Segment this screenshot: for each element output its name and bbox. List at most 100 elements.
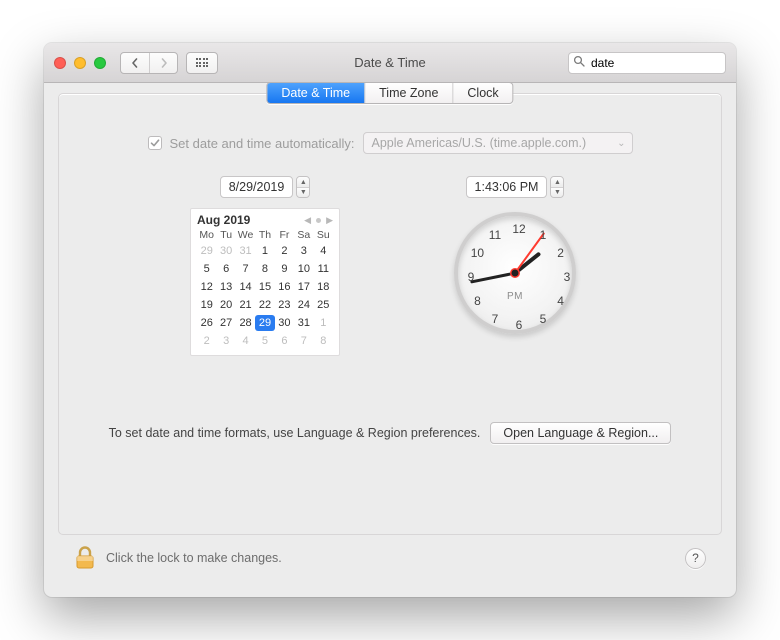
tab-time-zone[interactable]: Time Zone	[364, 83, 452, 103]
calendar-day[interactable]: 4	[236, 333, 255, 349]
stepper-up-icon: ▲	[297, 177, 309, 187]
zoom-window-button[interactable]	[94, 57, 106, 69]
calendar-day[interactable]: 21	[236, 297, 255, 313]
calendar-month-label: Aug 2019	[197, 213, 250, 227]
calendar-prev-button[interactable]: ◀	[304, 215, 311, 226]
calendar-header: Aug 2019 ◀ ▶	[197, 213, 333, 227]
calendar-weekday: Su	[314, 229, 333, 241]
calendar-day[interactable]: 23	[275, 297, 294, 313]
calendar-day[interactable]: 9	[275, 261, 294, 277]
calendar-day[interactable]: 29	[255, 315, 274, 331]
nav-back-forward	[120, 52, 178, 74]
calendar-day[interactable]: 6	[216, 261, 235, 277]
clock-numeral: 4	[552, 294, 570, 308]
calendar-day[interactable]: 11	[314, 261, 333, 277]
time-value: 1:43:06 PM	[466, 176, 548, 198]
calendar-day[interactable]: 7	[294, 333, 313, 349]
clock-numeral: 12	[510, 222, 528, 236]
auto-row: Set date and time automatically: Apple A…	[59, 132, 721, 154]
calendar-day[interactable]: 2	[275, 243, 294, 259]
calendar-next-button[interactable]: ▶	[326, 215, 333, 226]
grid-icon	[196, 58, 209, 67]
calendar-day[interactable]: 28	[236, 315, 255, 331]
calendar-weekday: Tu	[216, 229, 235, 241]
time-field[interactable]: 1:43:06 PM ▲ ▼	[466, 176, 565, 198]
calendar-day[interactable]: 16	[275, 279, 294, 295]
clock-numeral: 6	[510, 318, 528, 332]
forward-button[interactable]	[149, 53, 177, 73]
tab-clock[interactable]: Clock	[452, 83, 512, 103]
calendar: Aug 2019 ◀ ▶ MoTuWeThFrSaSu2930311234567…	[190, 208, 340, 356]
calendar-day[interactable]: 17	[294, 279, 313, 295]
calendar-day[interactable]: 14	[236, 279, 255, 295]
clock-numeral: 1	[534, 228, 552, 242]
chevron-down-icon: ⌄	[617, 138, 625, 149]
calendar-day[interactable]: 31	[294, 315, 313, 331]
close-window-button[interactable]	[54, 57, 66, 69]
calendar-day[interactable]: 2	[197, 333, 216, 349]
calendar-day[interactable]: 24	[294, 297, 313, 313]
calendar-day[interactable]: 27	[216, 315, 235, 331]
date-stepper[interactable]: ▲ ▼	[296, 176, 310, 198]
calendar-day[interactable]: 22	[255, 297, 274, 313]
calendar-day[interactable]: 18	[314, 279, 333, 295]
calendar-day[interactable]: 8	[255, 261, 274, 277]
minimize-window-button[interactable]	[74, 57, 86, 69]
calendar-day[interactable]: 4	[314, 243, 333, 259]
clock-numeral: 7	[486, 312, 504, 326]
calendar-day[interactable]: 8	[314, 333, 333, 349]
calendar-weekday: Mo	[197, 229, 216, 241]
calendar-day[interactable]: 5	[197, 261, 216, 277]
calendar-day[interactable]: 30	[216, 243, 235, 259]
titlebar: Date & Time	[44, 43, 736, 83]
calendar-day[interactable]: 29	[197, 243, 216, 259]
calendar-day[interactable]: 7	[236, 261, 255, 277]
calendar-weekday: Th	[255, 229, 274, 241]
calendar-day[interactable]: 1	[314, 315, 333, 331]
calendar-weekday: We	[236, 229, 255, 241]
lock-button[interactable]	[74, 545, 96, 571]
tab-date-time[interactable]: Date & Time	[267, 83, 364, 103]
time-server-select[interactable]: Apple Americas/U.S. (time.apple.com.) ⌄	[363, 132, 633, 154]
time-stepper[interactable]: ▲ ▼	[550, 176, 564, 198]
calendar-day[interactable]: 3	[294, 243, 313, 259]
calendar-day[interactable]: 25	[314, 297, 333, 313]
calendar-day[interactable]: 31	[236, 243, 255, 259]
calendar-day[interactable]: 12	[197, 279, 216, 295]
calendar-day[interactable]: 26	[197, 315, 216, 331]
chevron-right-icon	[159, 58, 169, 68]
content-panel: Date & TimeTime ZoneClock Set date and t…	[58, 93, 722, 535]
date-field[interactable]: 8/29/2019 ▲ ▼	[220, 176, 311, 198]
time-server-value: Apple Americas/U.S. (time.apple.com.)	[372, 136, 587, 150]
open-language-region-button[interactable]: Open Language & Region...	[490, 422, 671, 444]
search-field[interactable]	[568, 52, 726, 74]
calendar-day[interactable]: 10	[294, 261, 313, 277]
time-column: 1:43:06 PM ▲ ▼ PM 12123456	[435, 176, 595, 356]
calendar-day[interactable]: 13	[216, 279, 235, 295]
calendar-day[interactable]: 6	[275, 333, 294, 349]
date-time-columns: 8/29/2019 ▲ ▼ Aug 2019 ◀	[59, 172, 721, 366]
calendar-day[interactable]: 30	[275, 315, 294, 331]
calendar-day[interactable]: 3	[216, 333, 235, 349]
auto-set-checkbox[interactable]	[148, 136, 162, 150]
calendar-today-button[interactable]	[316, 218, 321, 223]
clock-ampm-label: PM	[507, 291, 523, 302]
lock-message: Click the lock to make changes.	[106, 551, 282, 565]
stepper-down-icon: ▼	[551, 187, 563, 197]
back-button[interactable]	[121, 53, 149, 73]
help-button[interactable]: ?	[685, 548, 706, 569]
search-input[interactable]	[589, 55, 736, 71]
window-body: Date & TimeTime ZoneClock Set date and t…	[44, 83, 736, 597]
date-value: 8/29/2019	[220, 176, 294, 198]
show-all-button[interactable]	[186, 52, 218, 74]
calendar-day[interactable]: 5	[255, 333, 274, 349]
window-controls	[54, 57, 106, 69]
clock-numeral: 8	[468, 294, 486, 308]
calendar-day[interactable]: 15	[255, 279, 274, 295]
calendar-day[interactable]: 20	[216, 297, 235, 313]
lock-icon	[74, 545, 96, 571]
tabs-segmented: Date & TimeTime ZoneClock	[266, 82, 513, 104]
calendar-weekday: Sa	[294, 229, 313, 241]
calendar-day[interactable]: 19	[197, 297, 216, 313]
calendar-day[interactable]: 1	[255, 243, 274, 259]
